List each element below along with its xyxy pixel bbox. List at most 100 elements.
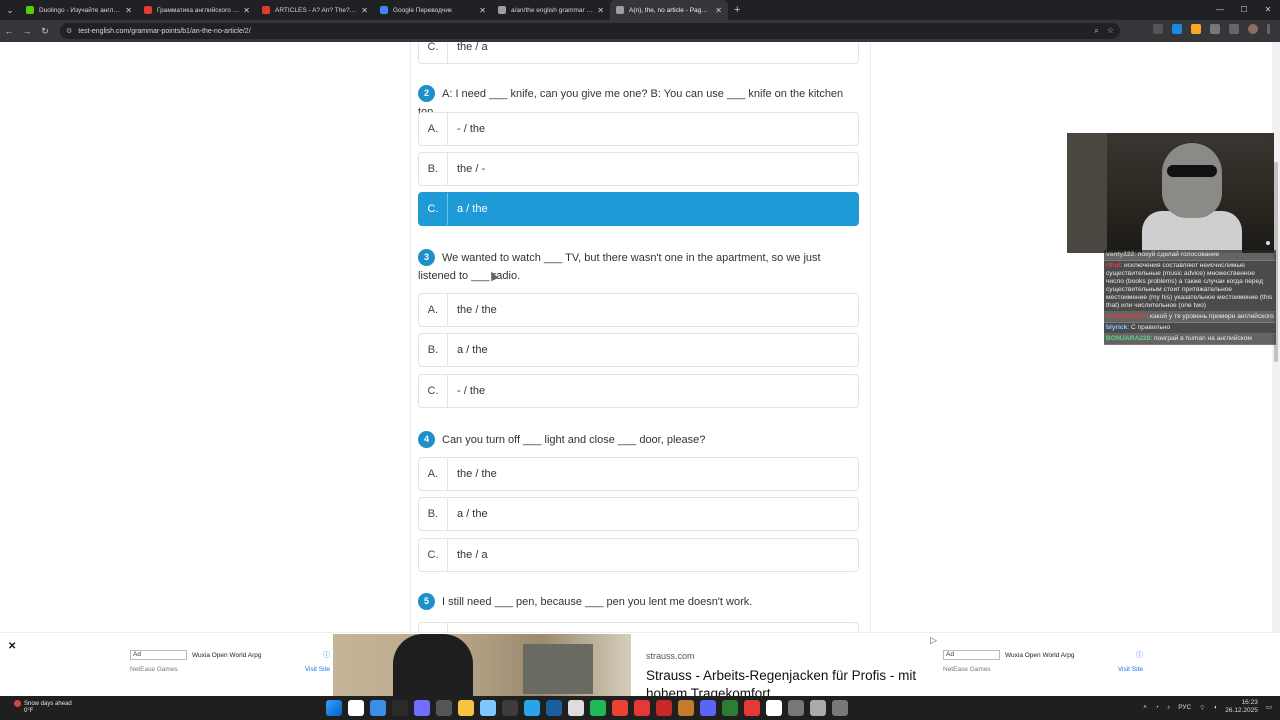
weather-widget[interactable]: Snow days ahead 0°F (14, 700, 72, 715)
ad-close-button[interactable]: ✕ (8, 641, 16, 652)
ad-right[interactable]: Ad Wuxia Open World Arpg ⓘ NetEase Games… (943, 650, 1143, 678)
zoom-icon[interactable]: ⌕ (1094, 26, 1098, 36)
taskbar-app-icon[interactable] (568, 700, 584, 716)
ad-left[interactable]: Ad Wuxia Open World Arpg ⓘ NetEase Games… (130, 650, 330, 678)
q2-option-a[interactable]: A. - / the (418, 112, 859, 146)
taskbar-app-icon[interactable] (700, 700, 716, 716)
q2-option-b[interactable]: B. the / - (418, 152, 859, 186)
site-info-icon[interactable]: ⚙ (66, 27, 72, 35)
sidebar-icon[interactable] (1229, 24, 1239, 34)
taskbar-app-icon[interactable] (524, 700, 540, 716)
tray-chevron-icon[interactable]: ˄ (1143, 704, 1147, 711)
tab-close-icon[interactable]: ✕ (479, 6, 486, 15)
tray-mic-icon[interactable]: ♪ (1167, 704, 1170, 711)
extension-icon[interactable] (1172, 24, 1182, 34)
option-text: a / the (457, 344, 488, 356)
ad-info-icon[interactable]: ⓘ (323, 650, 330, 660)
taskbar-app-icon[interactable] (414, 700, 430, 716)
tab-title: A(n), the, no article - Page 2 of (629, 6, 712, 14)
browser-tab[interactable]: a/an/the english grammar game✕ (492, 0, 610, 20)
stream-chat-overlay: vanty222: похуй сделай голосование rthal:… (1104, 250, 1276, 345)
q2-option-c-selected[interactable]: C. a / the (418, 192, 859, 226)
taskbar-app-icon[interactable] (810, 700, 826, 716)
taskbar-app-icon[interactable] (436, 700, 452, 716)
tab-close-icon[interactable]: ✕ (715, 6, 722, 15)
taskbar-app-icon[interactable] (458, 700, 474, 716)
maximize-button[interactable]: ☐ (1232, 0, 1256, 20)
q1-option-c[interactable]: C. the / a (418, 42, 859, 64)
language-indicator[interactable]: РУС (1178, 704, 1191, 711)
taskbar-app-icon[interactable] (766, 700, 782, 716)
q5-option-a[interactable] (418, 622, 859, 632)
taskbar-app-icon[interactable] (590, 700, 606, 716)
ad-visit-link[interactable]: Visit Site (1118, 666, 1143, 673)
bookmark-star-icon[interactable]: ☆ (1107, 26, 1114, 36)
q4-option-c[interactable]: C. the / a (418, 538, 859, 572)
notifications-icon[interactable]: ▭ (1266, 703, 1272, 711)
ad-label: Ad (130, 650, 187, 660)
option-text: - / the (457, 123, 486, 135)
taskbar-app-icon[interactable] (370, 700, 386, 716)
reload-button[interactable]: ↻ (36, 26, 54, 37)
tab-close-icon[interactable]: ✕ (361, 6, 368, 15)
tab-close-icon[interactable]: ✕ (125, 6, 132, 15)
taskbar-apps (326, 700, 848, 716)
ad-domain[interactable]: strauss.com (646, 651, 695, 661)
question-text: We wanted to watch ___ TV, but there was… (418, 252, 821, 282)
start-button-icon[interactable] (326, 700, 342, 716)
minimize-button[interactable]: — (1208, 0, 1232, 20)
taskbar-app-icon[interactable] (546, 700, 562, 716)
search-icon[interactable] (348, 700, 364, 716)
tray-volume-icon[interactable]: ◖ (1213, 704, 1217, 711)
taskbar-app-icon[interactable] (788, 700, 804, 716)
question-number-badge: 5 (418, 593, 435, 610)
clock[interactable]: 16:23 26.12.2025 (1225, 699, 1258, 715)
menu-kebab-icon[interactable] (1267, 24, 1270, 34)
close-window-button[interactable]: ✕ (1256, 0, 1280, 20)
profile-avatar[interactable] (1248, 24, 1258, 34)
taskbar-app-icon[interactable] (722, 700, 738, 716)
tray-wifi-icon[interactable]: ⌔ (1199, 703, 1205, 712)
taskbar-app-icon[interactable] (392, 700, 408, 716)
browser-tab[interactable]: Duolingo - Изучайте английский ✕ (20, 0, 138, 20)
ad-info-icon[interactable]: ⓘ (1136, 650, 1143, 660)
tray-network-icon[interactable]: ◔ (1155, 704, 1159, 711)
taskbar-app-icon[interactable] (502, 700, 518, 716)
new-tab-button[interactable]: + (734, 4, 740, 16)
tab-search-icon[interactable]: ⌄ (0, 0, 20, 20)
tab-title: Duolingo - Изучайте английский (39, 6, 121, 14)
q4-option-a[interactable]: A. the / the (418, 457, 859, 491)
ad-image[interactable] (333, 634, 631, 698)
taskbar-app-icon[interactable] (678, 700, 694, 716)
browser-tab[interactable]: ARTICLES - A? An? The? | How ✕ (256, 0, 374, 20)
ad-choices-icon[interactable]: ▷ (930, 635, 937, 646)
forward-button[interactable]: → (18, 26, 36, 36)
option-letter (419, 623, 448, 632)
taskbar-app-icon[interactable] (634, 700, 650, 716)
back-button[interactable]: ← (0, 26, 18, 36)
url-text[interactable]: test-english.com/grammar-points/b1/an-th… (78, 28, 250, 35)
taskbar-app-icon[interactable] (744, 700, 760, 716)
ad-title[interactable]: Wuxia Open World Arpg (1005, 652, 1075, 659)
option-letter: C. (419, 539, 448, 571)
ad-title[interactable]: Wuxia Open World Arpg (192, 652, 262, 659)
tab-close-icon[interactable]: ✕ (243, 6, 250, 15)
address-bar[interactable]: ⚙ test-english.com/grammar-points/b1/an-… (60, 23, 1120, 39)
ad-visit-link[interactable]: Visit Site (305, 666, 330, 673)
extension-icon[interactable] (1191, 24, 1201, 34)
taskbar-app-icon[interactable] (480, 700, 496, 716)
extension-icon[interactable] (1153, 24, 1163, 34)
tab-active[interactable]: A(n), the, no article - Page 2 of ✕ (610, 0, 728, 20)
browser-tab[interactable]: Грамматика английского языка✕ (138, 0, 256, 20)
q3-option-b[interactable]: B. a / the (418, 333, 859, 367)
q3-option-c[interactable]: C. - / the (418, 374, 859, 408)
taskbar-app-icon[interactable] (612, 700, 628, 716)
q4-option-b[interactable]: B. a / the (418, 497, 859, 531)
taskbar-app-icon[interactable] (656, 700, 672, 716)
taskbar-app-icon[interactable] (832, 700, 848, 716)
extensions-puzzle-icon[interactable] (1210, 24, 1220, 34)
option-text: - / the (457, 385, 486, 397)
tab-close-icon[interactable]: ✕ (597, 6, 604, 15)
browser-tab[interactable]: Google Переводчик ✕ (374, 0, 492, 20)
q3-option-a[interactable]: A. the / the (418, 293, 859, 327)
